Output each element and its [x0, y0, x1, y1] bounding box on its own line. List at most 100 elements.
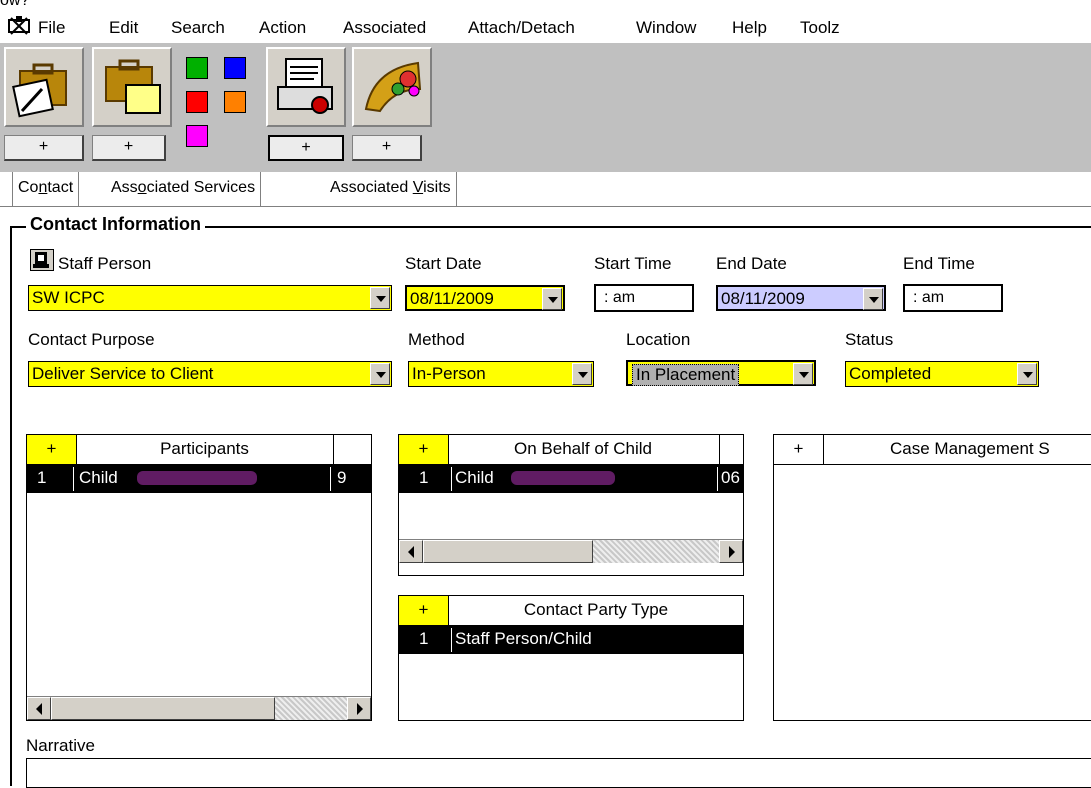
status-combo[interactable]: Completed	[845, 361, 1039, 387]
start-date-field[interactable]: 08/11/2009	[405, 285, 565, 311]
table-row[interactable]: 1 Staff Person/Child	[399, 626, 743, 654]
red-swatch[interactable]	[186, 91, 208, 113]
start-time-label: Start Time	[594, 254, 672, 273]
chevron-down-icon[interactable]	[793, 363, 813, 385]
start-date-value: 08/11/2009	[410, 289, 494, 308]
scroll-thumb[interactable]	[51, 697, 275, 720]
tab-associated-visits[interactable]: Associated Visits	[325, 172, 457, 206]
briefcase-note-icon	[105, 59, 161, 114]
scroll-left-icon[interactable]	[27, 697, 51, 720]
contact-party-title: Contact Party Type	[523, 600, 669, 619]
menu-bar: File Edit Search Action Associated Attac…	[0, 12, 1091, 42]
end-date-field[interactable]: 08/11/2009	[716, 285, 886, 311]
status-label: Status	[845, 330, 894, 349]
orange-swatch[interactable]	[224, 91, 246, 113]
add-service-button[interactable]: +	[352, 135, 422, 161]
staff-person-combo[interactable]: SW ICPC	[28, 285, 392, 311]
contact-party-value: Staff Person/Child	[455, 629, 592, 648]
chevron-down-icon[interactable]	[1017, 363, 1037, 385]
location-label: Location	[626, 330, 691, 349]
services-button[interactable]	[352, 47, 432, 127]
add-case-management-button[interactable]: +	[774, 435, 824, 464]
menu-action[interactable]: Action	[259, 18, 306, 38]
chevron-down-icon[interactable]	[370, 287, 390, 309]
scroll-right-icon[interactable]	[347, 697, 371, 720]
end-date-label: End Date	[716, 254, 787, 273]
tab-associated-services[interactable]: Associated Services	[106, 172, 262, 206]
participants-title: Participants	[160, 439, 249, 458]
participants-header: + Participants	[27, 435, 371, 465]
briefcase-pencil-icon	[12, 63, 67, 118]
child-name: Child	[455, 468, 494, 487]
chevron-down-icon[interactable]	[572, 363, 592, 385]
on-behalf-header: + On Behalf of Child	[399, 435, 743, 465]
on-behalf-scrollbar[interactable]	[399, 539, 743, 563]
column-divider	[719, 435, 720, 464]
narrative-textarea[interactable]	[26, 758, 1091, 788]
participant-extra: 9	[337, 468, 347, 487]
participant-name: Child	[79, 468, 118, 487]
add-on-behalf-button[interactable]: +	[399, 435, 449, 464]
add-note-button[interactable]: +	[92, 135, 166, 161]
add-contact-party-button[interactable]: +	[399, 596, 449, 625]
location-combo[interactable]: In Placement	[626, 360, 816, 386]
contact-purpose-value: Deliver Service to Client	[32, 364, 214, 383]
staff-lookup-button[interactable]	[30, 249, 54, 271]
table-row[interactable]: 1 Child 06	[399, 465, 743, 493]
on-behalf-panel: + On Behalf of Child 1 Child 06	[398, 434, 744, 576]
case-note-button[interactable]	[92, 47, 172, 127]
lookup-icon	[33, 252, 49, 268]
narrative-label: Narrative	[26, 736, 95, 755]
add-case-button[interactable]: +	[4, 135, 84, 161]
start-time-field[interactable]: : am	[594, 284, 694, 312]
window-caption-fragment: ow?	[0, 0, 30, 9]
tab-baseline	[0, 206, 1091, 207]
chevron-down-icon[interactable]	[370, 363, 390, 385]
app-icon[interactable]	[8, 16, 30, 36]
scroll-thumb[interactable]	[423, 540, 593, 563]
scroll-track[interactable]	[593, 540, 719, 563]
end-time-label: End Time	[903, 254, 975, 273]
column-divider	[333, 435, 334, 464]
chevron-down-icon[interactable]	[863, 288, 883, 310]
participants-scrollbar[interactable]	[27, 696, 371, 720]
status-value: Completed	[849, 364, 932, 383]
cornucopia-icon	[364, 61, 422, 113]
add-participant-button[interactable]: +	[27, 435, 77, 464]
tab-contact[interactable]: Contact	[12, 172, 80, 206]
contact-party-header: + Contact Party Type	[399, 596, 743, 626]
end-time-field[interactable]: : am	[903, 284, 1003, 312]
menu-help[interactable]: Help	[732, 18, 767, 38]
case-management-panel: + Case Management S	[773, 434, 1091, 721]
scroll-right-icon[interactable]	[719, 540, 743, 563]
menu-attach-detach[interactable]: Attach/Detach	[468, 18, 575, 38]
table-row[interactable]: 1 Child 9	[27, 465, 371, 493]
magenta-swatch[interactable]	[186, 125, 208, 147]
staff-person-value: SW ICPC	[32, 288, 105, 307]
scroll-track[interactable]	[275, 697, 347, 720]
contact-document-button[interactable]	[266, 47, 346, 127]
new-case-button[interactable]	[4, 47, 84, 127]
column-divider	[451, 628, 452, 652]
column-divider	[717, 467, 718, 491]
scroll-left-icon[interactable]	[399, 540, 423, 563]
end-date-value: 08/11/2009	[721, 289, 805, 308]
method-combo[interactable]: In-Person	[408, 361, 594, 387]
menu-file[interactable]: File	[38, 18, 65, 38]
location-value: In Placement	[632, 364, 740, 386]
green-swatch[interactable]	[186, 57, 208, 79]
chevron-down-icon[interactable]	[542, 288, 562, 310]
row-number: 1	[419, 629, 429, 648]
blue-swatch[interactable]	[224, 57, 246, 79]
menu-toolz[interactable]: Toolz	[800, 18, 840, 38]
case-management-header: + Case Management S	[774, 435, 1091, 465]
menu-associated[interactable]: Associated	[343, 18, 426, 38]
row-number: 1	[37, 468, 47, 487]
menu-window[interactable]: Window	[636, 18, 696, 38]
tab-strip: Contact Associated Services Associated V…	[0, 172, 1091, 208]
contact-purpose-combo[interactable]: Deliver Service to Client	[28, 361, 392, 387]
menu-edit[interactable]: Edit	[109, 18, 138, 38]
toolbar: + + + +	[0, 42, 1091, 173]
menu-search[interactable]: Search	[171, 18, 225, 38]
add-contact-button[interactable]: +	[268, 135, 344, 161]
